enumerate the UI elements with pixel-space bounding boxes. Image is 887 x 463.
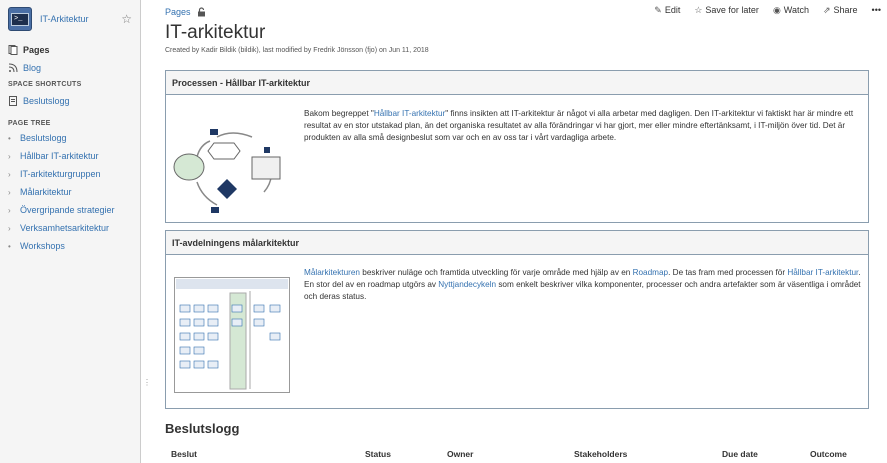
shortcut-page-icon — [9, 96, 17, 106]
shortcut-label: Beslutslogg — [23, 96, 70, 106]
panel-title: Processen - Hållbar IT-arkitektur — [166, 71, 868, 95]
tree-item-malarkitektur[interactable]: › Målarkitektur — [0, 183, 140, 201]
link-hallbar[interactable]: Hållbar IT-arkitektur — [787, 268, 858, 277]
save-for-later-button[interactable]: ☆ Save for later — [694, 5, 759, 16]
star-outline-icon: ☆ — [694, 5, 703, 15]
space-name-link[interactable]: IT-Arkitektur — [40, 14, 121, 24]
tree-item-label: Hållbar IT-arkitektur — [20, 151, 99, 161]
blog-icon — [8, 63, 18, 73]
text-segment: Bakom begreppet " — [304, 109, 374, 118]
lock-icon[interactable] — [197, 7, 206, 17]
space-logo-text: >_ — [11, 12, 29, 26]
link-nyttjandecykeln[interactable]: Nyttjandecykeln — [438, 280, 496, 289]
process-diagram — [173, 129, 281, 213]
space-header: >_ IT-Arkitektur ☆ — [0, 0, 140, 38]
chevron-right-icon[interactable]: › — [8, 224, 20, 233]
save-label: Save for later — [705, 5, 759, 15]
page-byline: Created by Kadir Bildik (bildik), last m… — [165, 47, 429, 54]
tree-item-label: Verksamhetsarkitektur — [20, 223, 110, 233]
tree-item-label: Workshops — [20, 241, 65, 251]
chevron-right-icon[interactable]: › — [8, 170, 20, 179]
tree-item-label: IT-arkitekturgruppen — [20, 169, 101, 179]
tree-item-hallbar[interactable]: › Hållbar IT-arkitektur — [0, 147, 140, 165]
tree-item-beslutslogg[interactable]: • Beslutslogg — [0, 129, 140, 147]
shortcut-beslutslogg[interactable]: Beslutslogg — [0, 92, 140, 110]
eye-icon: ◉ — [772, 5, 781, 15]
edit-label: Edit — [664, 5, 681, 15]
column-header[interactable]: Owner — [447, 449, 473, 459]
tree-item-verksamhetsarkitektur[interactable]: › Verksamhetsarkitektur — [0, 219, 140, 237]
chevron-right-icon[interactable]: › — [8, 206, 20, 215]
tree-item-workshops[interactable]: • Workshops — [0, 237, 140, 255]
panel-text: Målarkitekturen beskriver nuläge och fra… — [304, 267, 862, 303]
page-toolbar: Pages ✎ Edit ☆ Save for later ◉ Watch ⇗ Shar… — [165, 5, 887, 19]
more-icon[interactable]: ••• — [872, 5, 881, 16]
tree-item-label: Beslutslogg — [20, 133, 67, 143]
star-icon[interactable]: ☆ — [121, 12, 132, 26]
page-title: IT-arkitektur — [165, 22, 266, 43]
section-title-beslutslogg: Beslutslogg — [165, 421, 240, 436]
bullet-icon: • — [8, 241, 11, 251]
sidebar-item-label: Blog — [23, 63, 42, 73]
sidebar: >_ IT-Arkitektur ☆ Pages Blog SPACE SHOR… — [0, 0, 141, 463]
text-segment: . De tas fram med processen för — [668, 268, 788, 277]
tree-item-label: Målarkitektur — [20, 187, 72, 197]
share-icon: ⇗ — [822, 5, 831, 15]
link-malarkitekturen[interactable]: Målarkitekturen — [304, 268, 360, 277]
shortcuts-header: SPACE SHORTCUTS — [8, 81, 82, 88]
page-actions: ✎ Edit ☆ Save for later ◉ Watch ⇗ Share ••• — [654, 5, 881, 16]
text-segment: beskriver nuläge och framtida utveckling… — [359, 268, 633, 277]
panel-text: Bakom begreppet "Hållbar IT-arkitektur" … — [304, 108, 862, 144]
link-roadmap[interactable]: Roadmap — [633, 268, 669, 277]
sidebar-item-blog[interactable]: Blog — [0, 59, 140, 77]
column-header[interactable]: Outcome — [810, 449, 847, 459]
tree-item-label: Övergripande strategier — [20, 205, 115, 215]
tree-item-overgripande[interactable]: › Övergripande strategier — [0, 201, 140, 219]
roadmap-thumbnail — [174, 277, 290, 393]
breadcrumb-pages[interactable]: Pages — [165, 7, 191, 17]
column-header[interactable]: Status — [365, 449, 391, 459]
watch-label: Watch — [783, 5, 809, 15]
panel-title: IT-avdelningens målarkitektur — [166, 231, 868, 255]
sidebar-item-pages[interactable]: Pages — [0, 41, 140, 59]
tree-item-itarkitekturgruppen[interactable]: › IT-arkitekturgruppen — [0, 165, 140, 183]
space-logo[interactable]: >_ — [8, 7, 32, 31]
column-header[interactable]: Due date — [722, 449, 758, 459]
page-tree-header: PAGE TREE — [8, 120, 51, 127]
share-label: Share — [833, 5, 858, 15]
panel-malarkitektur: IT-avdelningens målarkitektur Målarkitek… — [165, 230, 869, 409]
sidebar-item-label: Pages — [23, 45, 50, 55]
bullet-icon: • — [8, 133, 11, 143]
pencil-icon: ✎ — [654, 5, 662, 15]
link-hallbar[interactable]: Hållbar IT-arkitektur — [374, 109, 445, 118]
column-header[interactable]: Beslut — [171, 449, 197, 459]
pages-icon — [8, 45, 18, 55]
edit-button[interactable]: ✎ Edit — [654, 5, 680, 16]
share-button[interactable]: ⇗ Share — [823, 5, 858, 16]
column-header[interactable]: Stakeholders — [574, 449, 627, 459]
panel-process: Processen - Hållbar IT-arkitektur Bakom … — [165, 70, 869, 223]
chevron-right-icon[interactable]: › — [8, 152, 20, 161]
watch-button[interactable]: ◉ Watch — [773, 5, 809, 16]
main-content: Pages ✎ Edit ☆ Save for later ◉ Watch ⇗ Shar… — [141, 0, 887, 463]
chevron-right-icon[interactable]: › — [8, 188, 20, 197]
